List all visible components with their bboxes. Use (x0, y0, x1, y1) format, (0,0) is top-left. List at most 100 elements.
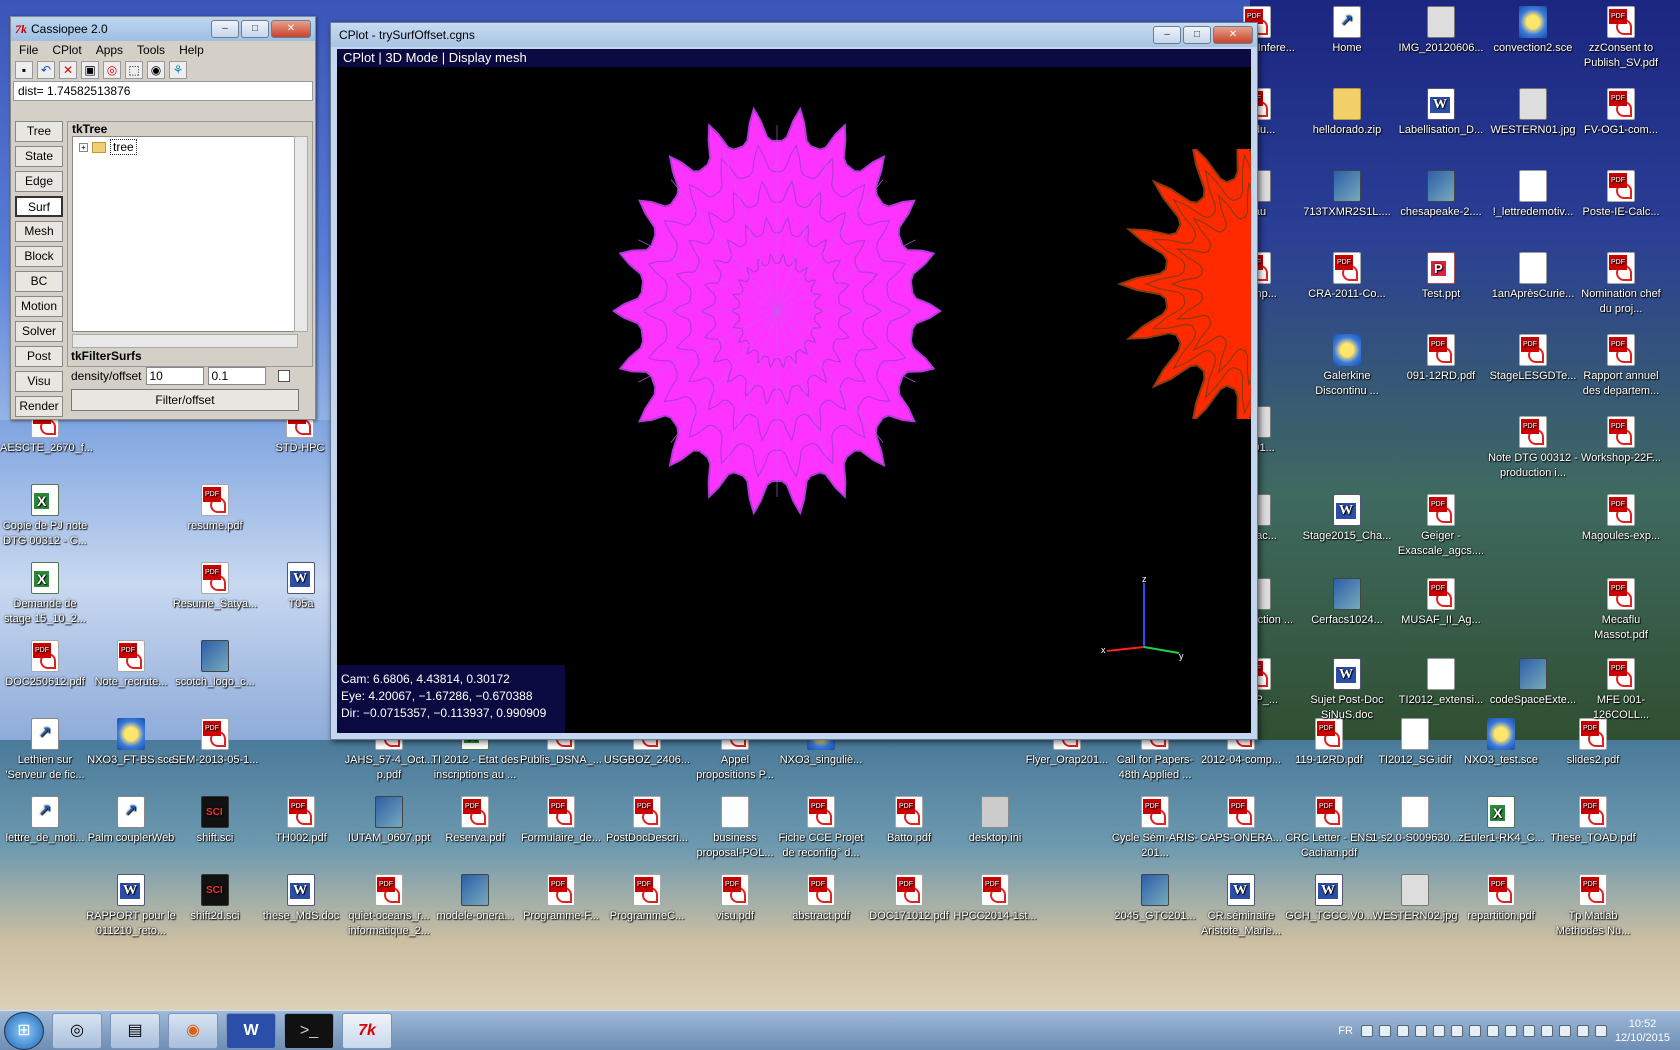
desktop-icon[interactable]: lettre_de_moti... (0, 794, 90, 846)
tray-icon[interactable] (1576, 1024, 1589, 1037)
side-button-edge[interactable]: Edge (15, 171, 63, 192)
desktop-icon[interactable]: Home (1302, 4, 1392, 56)
desktop-icon[interactable]: zEuler1-RK4_C... (1456, 794, 1546, 846)
menu-tools[interactable]: Tools (137, 43, 165, 57)
fit-view-icon[interactable]: ⬚ (125, 61, 143, 79)
desktop-icon[interactable]: Cerfacs1024... (1302, 576, 1392, 628)
desktop-icon[interactable]: RAPPORT pour le 011210_reto... (86, 872, 176, 939)
desktop-icon[interactable]: Tp Matlab Méthodes Nu... (1548, 872, 1638, 939)
undo-icon[interactable]: ↶ (37, 61, 55, 79)
desktop-icon[interactable]: convection2.sce (1488, 4, 1578, 56)
desktop-icon[interactable]: zzConsent to Publish_SV.pdf (1576, 4, 1666, 71)
desktop-icon[interactable]: Note_recrute... (86, 638, 176, 690)
desktop-icon[interactable]: Galerkine Discontinu ... (1302, 332, 1392, 399)
desktop-icon[interactable]: quiet-oceans_r... informatique_2... (344, 872, 434, 939)
desktop-icon[interactable]: CRC Letter - ENS Cachan.pdf (1284, 794, 1374, 861)
desktop-icon[interactable]: MFE 001-126COLL... (1576, 656, 1666, 723)
tray-icon[interactable] (1558, 1024, 1571, 1037)
side-button-visu[interactable]: Visu (15, 371, 63, 392)
start-button[interactable]: ⊞ (4, 1011, 44, 1050)
desktop-icon[interactable]: TH002.pdf (256, 794, 346, 846)
density-input[interactable]: 10 (145, 367, 204, 385)
desktop-icon[interactable]: HPCC2014-1st... (950, 872, 1040, 924)
cplot-minimize-button[interactable]: – (1153, 26, 1181, 44)
menu-file[interactable]: File (19, 43, 38, 57)
language-indicator[interactable]: FR (1338, 1025, 1353, 1037)
desktop-icon[interactable]: chesapeake-2.... (1396, 168, 1486, 220)
desktop-icon[interactable]: WESTERN02.jpg (1370, 872, 1460, 924)
tray-icon[interactable] (1486, 1024, 1499, 1037)
desktop-icon[interactable]: these_MdS.doc (256, 872, 346, 924)
maximize-button[interactable]: □ (241, 20, 269, 38)
side-button-motion[interactable]: Motion (15, 296, 63, 317)
target-icon[interactable]: ◎ (103, 61, 121, 79)
desktop-icon[interactable]: DOC171012.pdf (864, 872, 954, 924)
desktop-icon[interactable]: shift.sci (170, 794, 260, 846)
side-button-solver[interactable]: Solver (15, 321, 63, 342)
desktop-icon[interactable]: abstract.pdf (776, 872, 866, 924)
desktop-icon[interactable]: Batto.pdf (864, 794, 954, 846)
desktop-icon[interactable]: Sujet Post-Doc SiNuS.doc (1302, 656, 1392, 723)
menu-apps[interactable]: Apps (96, 43, 123, 57)
close-button[interactable]: ✕ (271, 20, 311, 38)
desktop-icon[interactable]: Labellisation_D... (1396, 86, 1486, 138)
delete-icon[interactable]: ✕ (59, 61, 77, 79)
side-button-surf[interactable]: Surf (15, 196, 63, 217)
side-button-bc[interactable]: BC (15, 271, 63, 292)
desktop-icon[interactable]: NXO3_FT-BS.sce (86, 716, 176, 768)
taskbar-app-word[interactable]: W (226, 1012, 276, 1049)
desktop-icon[interactable]: Note DTG 00312 - production i... (1488, 414, 1578, 481)
tray-icon[interactable] (1594, 1024, 1607, 1037)
desktop-icon[interactable]: business proposal-POL... (690, 794, 780, 861)
desktop-icon[interactable]: modele-onera... (430, 872, 520, 924)
desktop-icon[interactable]: PostDocDescri... (602, 794, 692, 846)
tray-icon[interactable] (1522, 1024, 1535, 1037)
tray-icon[interactable] (1414, 1024, 1427, 1037)
cplot-close-button[interactable]: ✕ (1213, 26, 1253, 44)
desktop-icon[interactable]: Palm couplerWeb (86, 794, 176, 846)
desktop-icon[interactable]: TI2012_extensi... (1396, 656, 1486, 708)
tray-icon[interactable] (1504, 1024, 1517, 1037)
expand-icon[interactable]: + (79, 142, 88, 152)
tray-icon[interactable] (1360, 1024, 1373, 1037)
desktop-icon[interactable]: 1anAprèsCurie... (1488, 250, 1578, 302)
desktop-icon[interactable]: Resume_Satya... (170, 560, 260, 612)
tree-view[interactable]: + tree (72, 136, 298, 332)
clock[interactable]: 10:52 12/10/2015 (1615, 1017, 1670, 1045)
tray-icon[interactable] (1540, 1024, 1553, 1037)
desktop-icon[interactable]: visu.pdf (690, 872, 780, 924)
desktop-icon[interactable]: These_TOAD.pdf (1548, 794, 1638, 846)
desktop-icon[interactable]: 091-12RD.pdf (1396, 332, 1486, 384)
minimize-button[interactable]: – (211, 20, 239, 38)
desktop-icon[interactable]: codeSpaceExte... (1488, 656, 1578, 708)
taskbar-app-explorer[interactable]: ▤ (110, 1012, 160, 1049)
desktop-icon[interactable]: Reserva.pdf (430, 794, 520, 846)
desktop-icon[interactable]: WESTERN01.jpg (1488, 86, 1578, 138)
taskbar-app-firefox[interactable]: ◉ (168, 1012, 218, 1049)
desktop-icon[interactable]: ProgrammeC... (602, 872, 692, 924)
cplot-titlebar[interactable]: CPlot - trySurfOffset.cgns – □ ✕ (331, 23, 1257, 47)
desktop-icon[interactable]: StageLESGDTe... (1488, 332, 1578, 384)
desktop-icon[interactable]: resume.pdf (170, 482, 260, 534)
desktop-icon[interactable]: CAPS-ONERA... (1196, 794, 1286, 846)
desktop-icon[interactable]: Fiche CCE Projet de reconfig° d... (776, 794, 866, 861)
desktop-icon[interactable]: CRA-2011-Co... (1302, 250, 1392, 302)
tree-node[interactable]: + tree (73, 137, 297, 157)
tree-horizontal-scrollbar[interactable] (72, 334, 298, 348)
side-button-block[interactable]: Block (15, 246, 63, 267)
cplot-maximize-button[interactable]: □ (1183, 26, 1211, 44)
eye-icon[interactable]: ◉ (147, 61, 165, 79)
tree-node-label[interactable]: tree (110, 139, 137, 155)
desktop-icon[interactable]: desktop.ini (950, 794, 1040, 846)
taskbar-app-thunderbird[interactable]: ◎ (52, 1012, 102, 1049)
desktop-icon[interactable]: Cycle Sém-ARIS-201... (1110, 794, 1200, 861)
desktop-icon[interactable]: Demande de stage 15_10_2... (0, 560, 90, 627)
desktop-icon[interactable]: Copie de PJ note DTG 00312 - C... (0, 482, 90, 549)
desktop-icon[interactable]: Workshop-22F... (1576, 414, 1666, 466)
desktop-icon[interactable]: IMG_20120606... (1396, 4, 1486, 56)
desktop-icon[interactable]: Nomination chef du proj... (1576, 250, 1666, 317)
desktop-icon[interactable]: DOC250612.pdf (0, 638, 90, 690)
side-button-mesh[interactable]: Mesh (15, 221, 63, 242)
desktop-icon[interactable]: scotch_logo_c... (170, 638, 260, 690)
tray-icon[interactable] (1378, 1024, 1391, 1037)
